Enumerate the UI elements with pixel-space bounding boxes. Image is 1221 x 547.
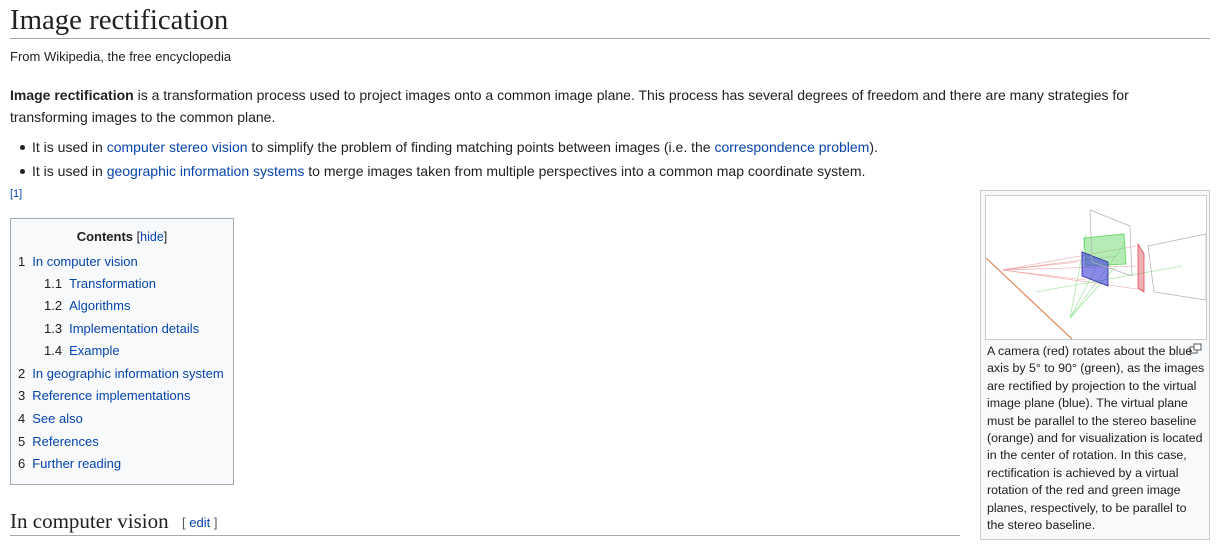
section-heading: In computer vision [ edit ]	[10, 508, 960, 536]
toc-number: 3	[18, 388, 26, 403]
section-title: In computer vision	[10, 509, 169, 533]
toc-item-in-geographic-information-system[interactable]: 2 In geographic information system	[18, 365, 224, 383]
toc-item-see-also[interactable]: 4 See also	[18, 410, 83, 428]
toc-number: 2	[18, 366, 26, 381]
rectification-illustration[interactable]	[985, 195, 1207, 340]
toc-hide-toggle[interactable]: hide	[140, 230, 164, 244]
list-item: It is used in geographic information sys…	[10, 159, 878, 183]
rectification-diagram	[986, 209, 1206, 339]
page-title: Image rectification	[10, 3, 1210, 39]
list-text: to simplify the problem of finding match…	[247, 139, 715, 155]
list-text: It is used in	[32, 163, 107, 179]
list-text: to merge images taken from multiple pers…	[304, 163, 866, 179]
toc-number: 1.2	[44, 298, 63, 313]
link-geographic-information-systems[interactable]: geographic information systems	[107, 163, 305, 179]
toc-item-example[interactable]: 1.4 Example	[44, 342, 120, 360]
toc-link[interactable]: Further reading	[32, 456, 121, 471]
toc-item-reference-implementations[interactable]: 3 Reference implementations	[18, 387, 190, 405]
link-correspondence-problem[interactable]: correspondence problem	[714, 139, 869, 155]
toc-number: 4	[18, 411, 26, 426]
toc-number: 1.1	[44, 276, 63, 291]
citation-link[interactable]: [1]	[10, 188, 22, 201]
toc-item-references[interactable]: 5 References	[18, 433, 99, 451]
list-text: It is used in	[32, 139, 107, 155]
toc-link[interactable]: Example	[69, 343, 120, 358]
list-text: ).	[869, 139, 878, 155]
toc-link[interactable]: References	[32, 434, 98, 449]
toc-link[interactable]: Implementation details	[69, 321, 199, 336]
intro-bold-term: Image rectification	[10, 87, 134, 103]
link-computer-stereo-vision[interactable]: computer stereo vision	[107, 139, 248, 155]
figure-thumbnail: A camera (red) rotates about the blue ax…	[980, 190, 1210, 540]
intro-paragraph: Image rectification is a transformation …	[10, 84, 1190, 128]
toc-number: 1.4	[44, 343, 63, 358]
toc-link[interactable]: In geographic information system	[32, 366, 223, 381]
edit-section: [ edit ]	[182, 514, 217, 531]
intro-text: is a transformation process used to proj…	[10, 87, 1129, 125]
toc-number: 1	[18, 254, 26, 269]
list-item: It is used in computer stereo vision to …	[10, 135, 878, 159]
figure-caption: A camera (red) rotates about the blue ax…	[987, 344, 1205, 533]
use-list: It is used in computer stereo vision to …	[10, 135, 878, 183]
red-image-plane	[1137, 242, 1145, 293]
toc-item-implementation-details[interactable]: 1.3 Implementation details	[44, 320, 199, 338]
toc-link[interactable]: In computer vision	[32, 254, 138, 269]
toc-bracket-close: ]	[163, 230, 168, 244]
toc-link[interactable]: Transformation	[69, 276, 156, 291]
toc-item-further-reading[interactable]: 6 Further reading	[18, 455, 121, 473]
edit-link[interactable]: edit	[189, 515, 210, 530]
toc-item-in-computer-vision[interactable]: 1 In computer vision	[18, 253, 138, 271]
edit-bracket-open: [	[182, 515, 186, 530]
toc-link[interactable]: Reference implementations	[32, 388, 190, 403]
toc-number: 6	[18, 456, 26, 471]
toc-number: 5	[18, 434, 26, 449]
toc-link[interactable]: Algorithms	[69, 298, 130, 313]
toc-number: 1.3	[44, 321, 63, 336]
toc-header: Contents [hide]	[11, 228, 233, 246]
baseline-line	[986, 257, 1073, 339]
toc-item-transformation[interactable]: 1.1 Transformation	[44, 275, 156, 293]
table-of-contents: Contents [hide] 1 In computer vision 1.1 T…	[10, 218, 234, 485]
edit-bracket-close: ]	[213, 515, 218, 530]
tagline: From Wikipedia, the free encyclopedia	[10, 49, 232, 64]
toc-title: Contents	[76, 229, 134, 244]
toc-item-algorithms[interactable]: 1.2 Algorithms	[44, 297, 131, 315]
toc-link[interactable]: See also	[32, 411, 83, 426]
